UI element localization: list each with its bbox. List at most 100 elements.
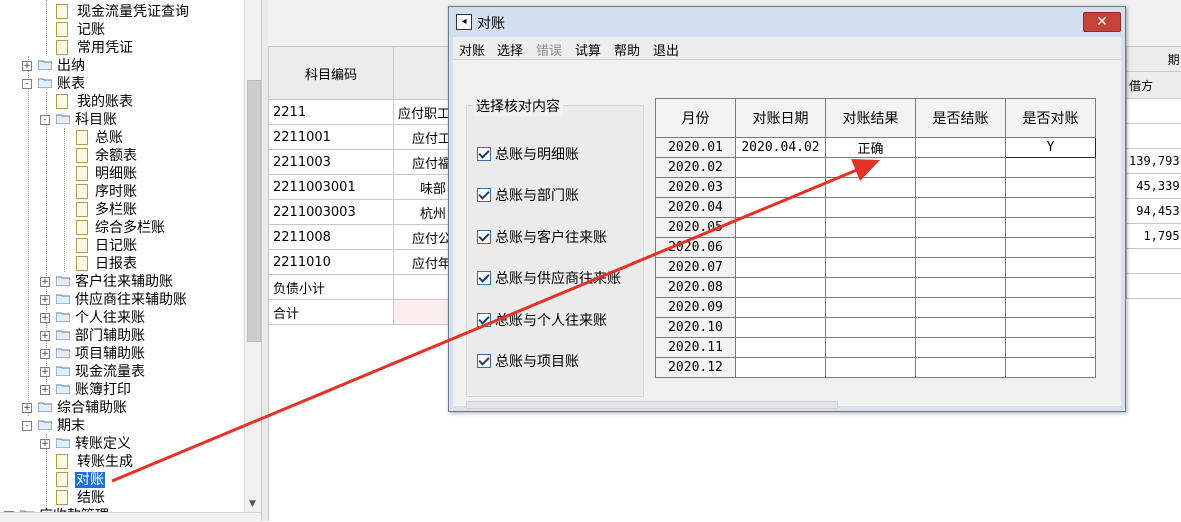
tree-item-personal-account[interactable]: + 个人往来账 <box>40 309 146 327</box>
checkbox-checked-icon[interactable] <box>477 147 491 161</box>
tree-item-book-print[interactable]: + 账簿打印 <box>40 381 132 399</box>
checkbox-gl-customer[interactable]: 总账与客户往来账 <box>477 229 607 247</box>
tree-item-journal-chrono[interactable]: 序时账 <box>72 183 138 201</box>
checkbox-checked-icon[interactable] <box>477 230 491 244</box>
checkbox-gl-department[interactable]: 总账与部门账 <box>477 187 579 205</box>
table-row[interactable]: 2211003001味部 <box>269 175 456 200</box>
menu-errors[interactable]: 错误 <box>536 40 562 59</box>
tree-item-posting[interactable]: 记账 <box>52 21 106 39</box>
checkbox-label: 总账与个人往来账 <box>495 313 607 329</box>
menu-select[interactable]: 选择 <box>497 40 523 59</box>
tree-item-cashier[interactable]: + 出纳 <box>22 57 86 75</box>
cell-month: 2020.08 <box>656 278 736 298</box>
expand-icon[interactable]: + <box>40 277 50 287</box>
document-icon <box>76 148 88 163</box>
dialog-titlebar[interactable]: ◂ 对账 ✕ <box>449 7 1125 37</box>
table-row[interactable]: 2211008应付公 <box>269 225 456 250</box>
expand-icon[interactable]: + <box>40 349 50 359</box>
scrollbar-thumb[interactable] <box>247 80 261 342</box>
menu-help[interactable]: 帮助 <box>614 40 640 59</box>
table-row[interactable]: 2211001应付工 <box>269 125 456 150</box>
document-icon <box>56 472 68 487</box>
tree-item-detail-ledger[interactable]: 明细账 <box>72 165 138 183</box>
tree-item-label: 科目账 <box>74 112 118 128</box>
dialog-title: 对账 <box>477 13 505 33</box>
tree-item-cashflow-statement[interactable]: + 现金流量表 <box>40 363 146 381</box>
table-row[interactable]: 2020.02 <box>656 158 1096 178</box>
tree-item-transfer-definition[interactable]: + 转账定义 <box>40 435 132 453</box>
cell-month: 2020.05 <box>656 218 736 238</box>
checkbox-gl-personal[interactable]: 总账与个人往来账 <box>477 312 607 330</box>
tree-item-combined-multi-column[interactable]: 综合多栏账 <box>72 219 166 237</box>
menu-reconcile[interactable]: 对账 <box>459 40 485 59</box>
tree-item-common-voucher[interactable]: 常用凭证 <box>52 39 134 57</box>
collapse-icon[interactable]: - <box>22 79 32 89</box>
table-row[interactable]: 2020.10 <box>656 318 1096 338</box>
checkbox-gl-detail[interactable]: 总账与明细账 <box>477 146 579 164</box>
tree-item-label: 出纳 <box>56 58 86 74</box>
collapse-icon[interactable]: - <box>40 115 50 125</box>
table-row[interactable]: 合计 <box>269 300 456 325</box>
menu-exit[interactable]: 退出 <box>653 40 679 59</box>
expand-icon[interactable]: + <box>40 313 50 323</box>
cell-reconciled[interactable]: Y <box>1006 138 1096 158</box>
table-row[interactable]: 2211003应付福 <box>269 150 456 175</box>
menu-trial-balance[interactable]: 试算 <box>575 40 601 59</box>
table-row[interactable]: 负债小计 <box>269 275 456 300</box>
tree-item-customer-aux[interactable]: + 客户往来辅助账 <box>40 273 174 291</box>
scroll-down-icon[interactable]: ▼ <box>249 499 256 509</box>
tree-item-transfer-generate[interactable]: 转账生成 <box>52 453 134 471</box>
document-icon <box>76 166 88 181</box>
tree-item-daily-report[interactable]: 日报表 <box>72 255 138 273</box>
tree-item-daybook[interactable]: 日记账 <box>72 237 138 255</box>
checkbox-checked-icon[interactable] <box>477 354 491 368</box>
expand-icon[interactable]: + <box>40 439 50 449</box>
table-row[interactable]: 2020.05 <box>656 218 1096 238</box>
tree-item-my-reports[interactable]: 我的账表 <box>52 93 134 111</box>
checkbox-gl-project[interactable]: 总账与项目账 <box>477 353 579 371</box>
expand-icon[interactable]: + <box>40 385 50 395</box>
tree-item-close-books[interactable]: 结账 <box>52 489 106 507</box>
debit-column: 期 借方 139,793 45,339 94,453 1,795 <box>1126 46 1181 299</box>
tree-item-cashflow-voucher-query[interactable]: 现金流量凭证查询 <box>52 3 190 21</box>
tree-item-period-end[interactable]: - 期末 <box>22 417 86 435</box>
folder-icon <box>38 402 52 412</box>
table-row[interactable]: 2020.07 <box>656 258 1096 278</box>
close-button[interactable]: ✕ <box>1083 12 1121 32</box>
table-row[interactable]: 2020.08 <box>656 278 1096 298</box>
table-row[interactable]: 2211003003杭州 <box>269 200 456 225</box>
expand-icon[interactable]: + <box>40 367 50 377</box>
tree-item-combined-aux[interactable]: + 综合辅助账 <box>22 399 128 417</box>
expand-icon[interactable]: + <box>22 403 32 413</box>
checkbox-checked-icon[interactable] <box>477 313 491 327</box>
expand-icon[interactable]: + <box>22 61 32 71</box>
checkbox-gl-supplier[interactable]: 总账与供应商往来账 <box>477 270 621 288</box>
tree-item-balance-sheet[interactable]: 余额表 <box>72 147 138 165</box>
table-row[interactable]: 2211010应付年 <box>269 250 456 275</box>
table-row[interactable]: 2020.03 <box>656 178 1096 198</box>
table-row[interactable]: 2020.06 <box>656 238 1096 258</box>
expand-icon[interactable]: + <box>40 295 50 305</box>
table-row[interactable]: 2020.11 <box>656 338 1096 358</box>
expand-icon[interactable]: + <box>40 331 50 341</box>
tree-item-department-aux[interactable]: + 部门辅助账 <box>40 327 146 345</box>
table-row[interactable]: 2020.04 <box>656 198 1096 218</box>
tree-item-general-ledger[interactable]: 总账 <box>72 129 124 147</box>
tree-item-multi-column[interactable]: 多栏账 <box>72 201 138 219</box>
tree-item-subject-account[interactable]: - 科目账 <box>40 111 118 129</box>
tree-item-reconcile[interactable]: 对账 <box>52 471 105 489</box>
table-row[interactable]: 2020.09 <box>656 298 1096 318</box>
table-row[interactable]: 2211应付职工 <box>269 100 456 125</box>
tree-item-reports[interactable]: - 账表 <box>22 75 86 93</box>
table-row[interactable]: 2020.12 <box>656 358 1096 378</box>
table-row[interactable]: 2020.01 2020.04.02 正确 Y <box>656 138 1096 158</box>
checkbox-checked-icon[interactable] <box>477 271 491 285</box>
cell-code: 2211003 <box>269 150 394 175</box>
tree-item-project-aux[interactable]: + 项目辅助账 <box>40 345 146 363</box>
checkbox-checked-icon[interactable] <box>477 188 491 202</box>
cell-name: 应付职工 <box>394 100 456 125</box>
folder-icon <box>56 438 70 448</box>
collapse-icon[interactable]: - <box>22 421 32 431</box>
tree-scrollbar[interactable]: ▼ <box>244 0 262 521</box>
tree-item-supplier-aux[interactable]: + 供应商往来辅助账 <box>40 291 188 309</box>
